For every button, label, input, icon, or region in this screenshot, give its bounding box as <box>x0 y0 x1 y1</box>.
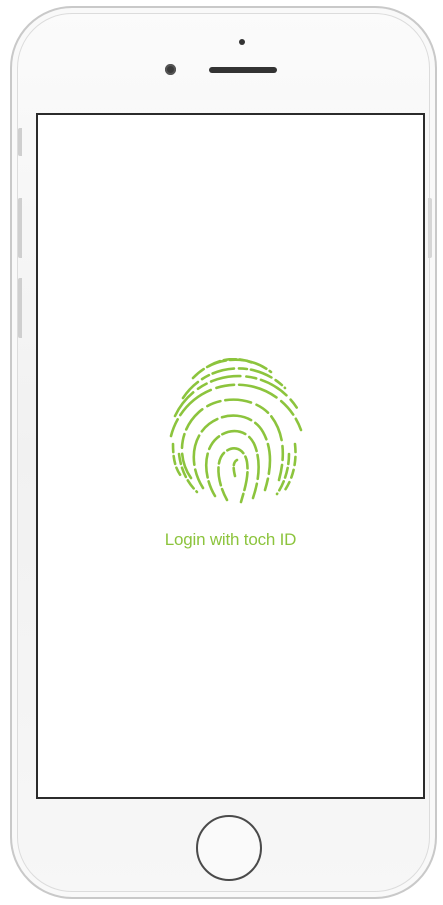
power-button <box>428 198 432 258</box>
volume-down-button <box>18 278 22 338</box>
phone-screen: Login with toch ID <box>36 113 425 799</box>
home-button[interactable] <box>196 815 262 881</box>
mute-switch <box>18 128 22 156</box>
earpiece-speaker <box>209 67 277 73</box>
login-touch-id-label[interactable]: Login with toch ID <box>38 530 423 550</box>
fingerprint-icon[interactable] <box>157 358 309 504</box>
front-camera <box>165 64 176 75</box>
proximity-sensor <box>239 39 245 45</box>
volume-up-button <box>18 198 22 258</box>
